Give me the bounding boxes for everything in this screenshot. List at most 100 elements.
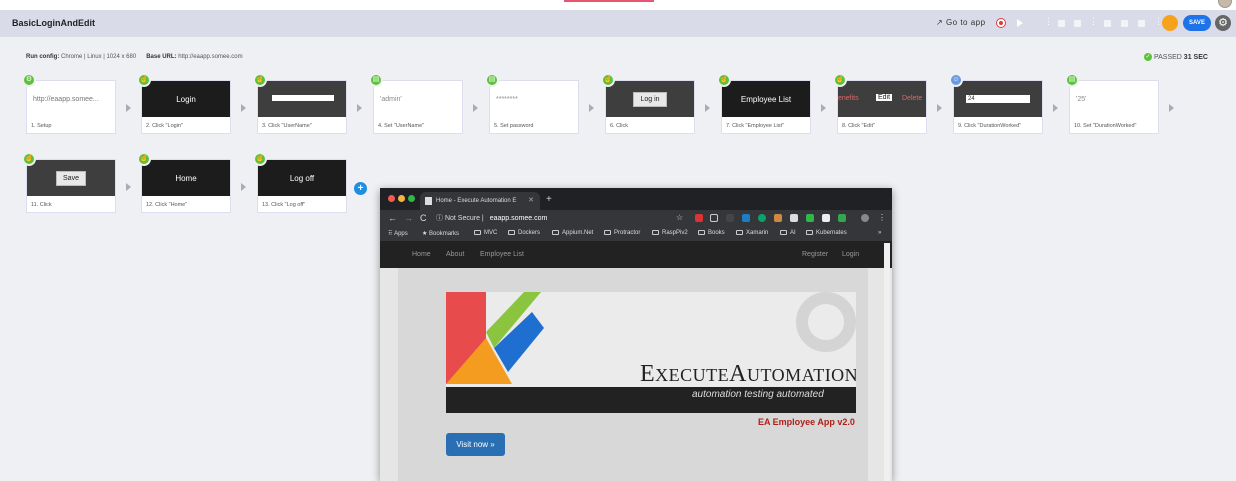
step-thumbnail: enefits Edit Delete <box>838 81 926 117</box>
step-thumbnail: 'admin' <box>374 81 462 117</box>
address-bar: ← → C ⓘ Not Secure | eaapp.somee.com ☆ ⋮ <box>380 210 892 228</box>
not-secure-label: Not Secure <box>444 215 480 222</box>
forward-icon[interactable]: → <box>404 213 413 223</box>
minimize-window-icon[interactable] <box>398 195 405 202</box>
step-card-5[interactable]: ******** 5. Set password ▤ <box>485 73 579 134</box>
arrow-icon <box>1169 104 1174 112</box>
bookmark-label: Protractor <box>614 230 641 237</box>
step-caption: 13. Click "Log off" <box>262 202 306 208</box>
step-card-4[interactable]: 'admin' 4. Set "UserName" ▤ <box>369 73 463 134</box>
folder-icon <box>552 230 559 235</box>
maximize-window-icon[interactable] <box>408 195 415 202</box>
step-card-1[interactable]: http://eaapp.somee... 1. Setup ⚙ <box>22 73 116 134</box>
step-thumb-text: Edit <box>876 94 893 101</box>
bookmark-item[interactable]: Kubernates <box>806 230 847 236</box>
more-bookmarks[interactable]: » <box>878 230 881 236</box>
bookmark-item[interactable]: Xamarin <box>736 230 768 236</box>
undo-icon[interactable] <box>1058 20 1065 27</box>
avatar[interactable] <box>1218 0 1232 8</box>
divider-icon: ⋮ <box>1089 16 1098 26</box>
step-card-13[interactable]: Log off 13. Click "Log off" ☝ <box>253 152 347 213</box>
folder-icon <box>474 230 481 235</box>
step-thumbnail: 24 <box>954 81 1042 117</box>
step-caption: 7. Click "Employee List" <box>726 123 785 129</box>
extension-icon[interactable] <box>758 214 766 222</box>
step-thumb-text: 'admin' <box>380 95 402 103</box>
bookmark-label: AI <box>790 230 796 237</box>
pointer-icon: ☝ <box>601 73 615 87</box>
step-caption: 4. Set "UserName" <box>378 123 425 129</box>
folder-icon <box>736 230 743 235</box>
share-icon[interactable] <box>1138 20 1145 27</box>
extension-icon[interactable] <box>822 214 830 222</box>
step-caption: 9. Click "DurationWorked" <box>958 123 1022 129</box>
bookmark-label: Apps <box>394 231 408 237</box>
extension-icon[interactable] <box>838 214 846 222</box>
step-card-7[interactable]: Employee List 7. Click "Employee List" ☝ <box>717 73 811 134</box>
extension-icon[interactable] <box>726 214 734 222</box>
bookmark-item[interactable]: Dockers <box>508 230 540 236</box>
step-card-10[interactable]: '25' 10. Set "DurationWorked" ▤ <box>1065 73 1159 134</box>
step-card-9[interactable]: 24 9. Click "DurationWorked" ☺ <box>949 73 1043 134</box>
close-tab-icon[interactable]: ✕ <box>528 192 534 210</box>
extension-icon[interactable] <box>806 214 814 222</box>
nav-register[interactable]: Register <box>802 251 828 258</box>
nav-employee-list[interactable]: Employee List <box>480 251 524 258</box>
extension-icon[interactable] <box>695 214 703 222</box>
step-card-6[interactable]: Log in 6. Click ☝ <box>601 73 695 134</box>
run-config-label: Run config: <box>26 54 60 60</box>
bookmark-item[interactable]: ★ Bookmarks <box>422 230 459 237</box>
step-thumb-text: Employee List <box>740 94 792 104</box>
arrow-icon <box>241 183 246 191</box>
site-navbar: Home About Employee List Register Login <box>380 243 892 268</box>
add-step-button[interactable]: + <box>354 182 367 195</box>
folder-icon <box>604 230 611 235</box>
new-tab-icon[interactable]: + <box>546 194 552 205</box>
arrow-icon <box>126 183 131 191</box>
step-card-2[interactable]: Login 2. Click "Login" ☝ <box>137 73 231 134</box>
scrollbar[interactable] <box>884 243 890 481</box>
nav-about[interactable]: About <box>446 251 464 258</box>
url-field[interactable]: ⓘ Not Secure | eaapp.somee.com <box>436 212 686 226</box>
save-button[interactable]: SAVE <box>1183 15 1211 31</box>
extension-icon[interactable] <box>790 214 798 222</box>
go-to-app-link[interactable]: ↗ Go to app <box>936 18 986 27</box>
menu-icon[interactable]: ⋮ <box>878 213 886 222</box>
step-thumbnail: Log in <box>606 81 694 117</box>
nav-home[interactable]: Home <box>412 251 431 258</box>
comment-icon[interactable] <box>1104 20 1111 27</box>
notification-button[interactable] <box>1162 15 1178 31</box>
step-thumbnail: Login <box>142 81 230 117</box>
bookmark-item[interactable]: AI <box>780 230 796 236</box>
nav-login[interactable]: Login <box>842 251 859 258</box>
play-icon[interactable] <box>1017 19 1023 27</box>
record-icon[interactable] <box>997 19 1005 27</box>
linkedin-icon[interactable] <box>742 214 750 222</box>
reload-icon[interactable]: C <box>420 213 427 223</box>
bookmark-item[interactable]: Books <box>698 230 725 236</box>
bookmark-item[interactable]: RaspPiv2 <box>652 230 688 236</box>
close-window-icon[interactable] <box>388 195 395 202</box>
step-thumb-text-right: Delete <box>902 95 923 102</box>
step-card-12[interactable]: Home 12. Click "Home" ☝ <box>137 152 231 213</box>
step-card-11[interactable]: Save 11. Click ☝ <box>22 152 116 213</box>
bookmark-item[interactable]: Appium.Net <box>552 230 593 236</box>
back-icon[interactable]: ← <box>388 213 397 223</box>
profile-avatar[interactable] <box>861 214 869 222</box>
bookmark-item[interactable]: Protractor <box>604 230 640 236</box>
browser-tab[interactable]: Home - Execute Automation E ✕ <box>420 192 540 210</box>
extension-icon[interactable] <box>774 214 782 222</box>
bookmark-item[interactable]: ⠿ Apps <box>388 230 408 237</box>
star-icon[interactable]: ☆ <box>676 213 683 222</box>
settings-gear-icon[interactable]: ⚙ <box>1215 15 1231 31</box>
extension-icon[interactable] <box>710 214 718 222</box>
step-thumb-text: Save <box>56 170 86 186</box>
delete-icon[interactable] <box>1074 20 1081 27</box>
step-card-8[interactable]: enefits Edit Delete 8. Click "Edit" ☝ <box>833 73 927 134</box>
copy-icon[interactable] <box>1121 20 1128 27</box>
step-thumbnail: Log off <box>258 160 346 196</box>
step-card-3[interactable]: 3. Click "UserName" ☝ <box>253 73 347 134</box>
more-icon[interactable]: ⋮ <box>1044 16 1054 26</box>
bookmark-item[interactable]: MVC <box>474 230 497 236</box>
visit-now-button[interactable]: Visit now » <box>446 433 505 456</box>
